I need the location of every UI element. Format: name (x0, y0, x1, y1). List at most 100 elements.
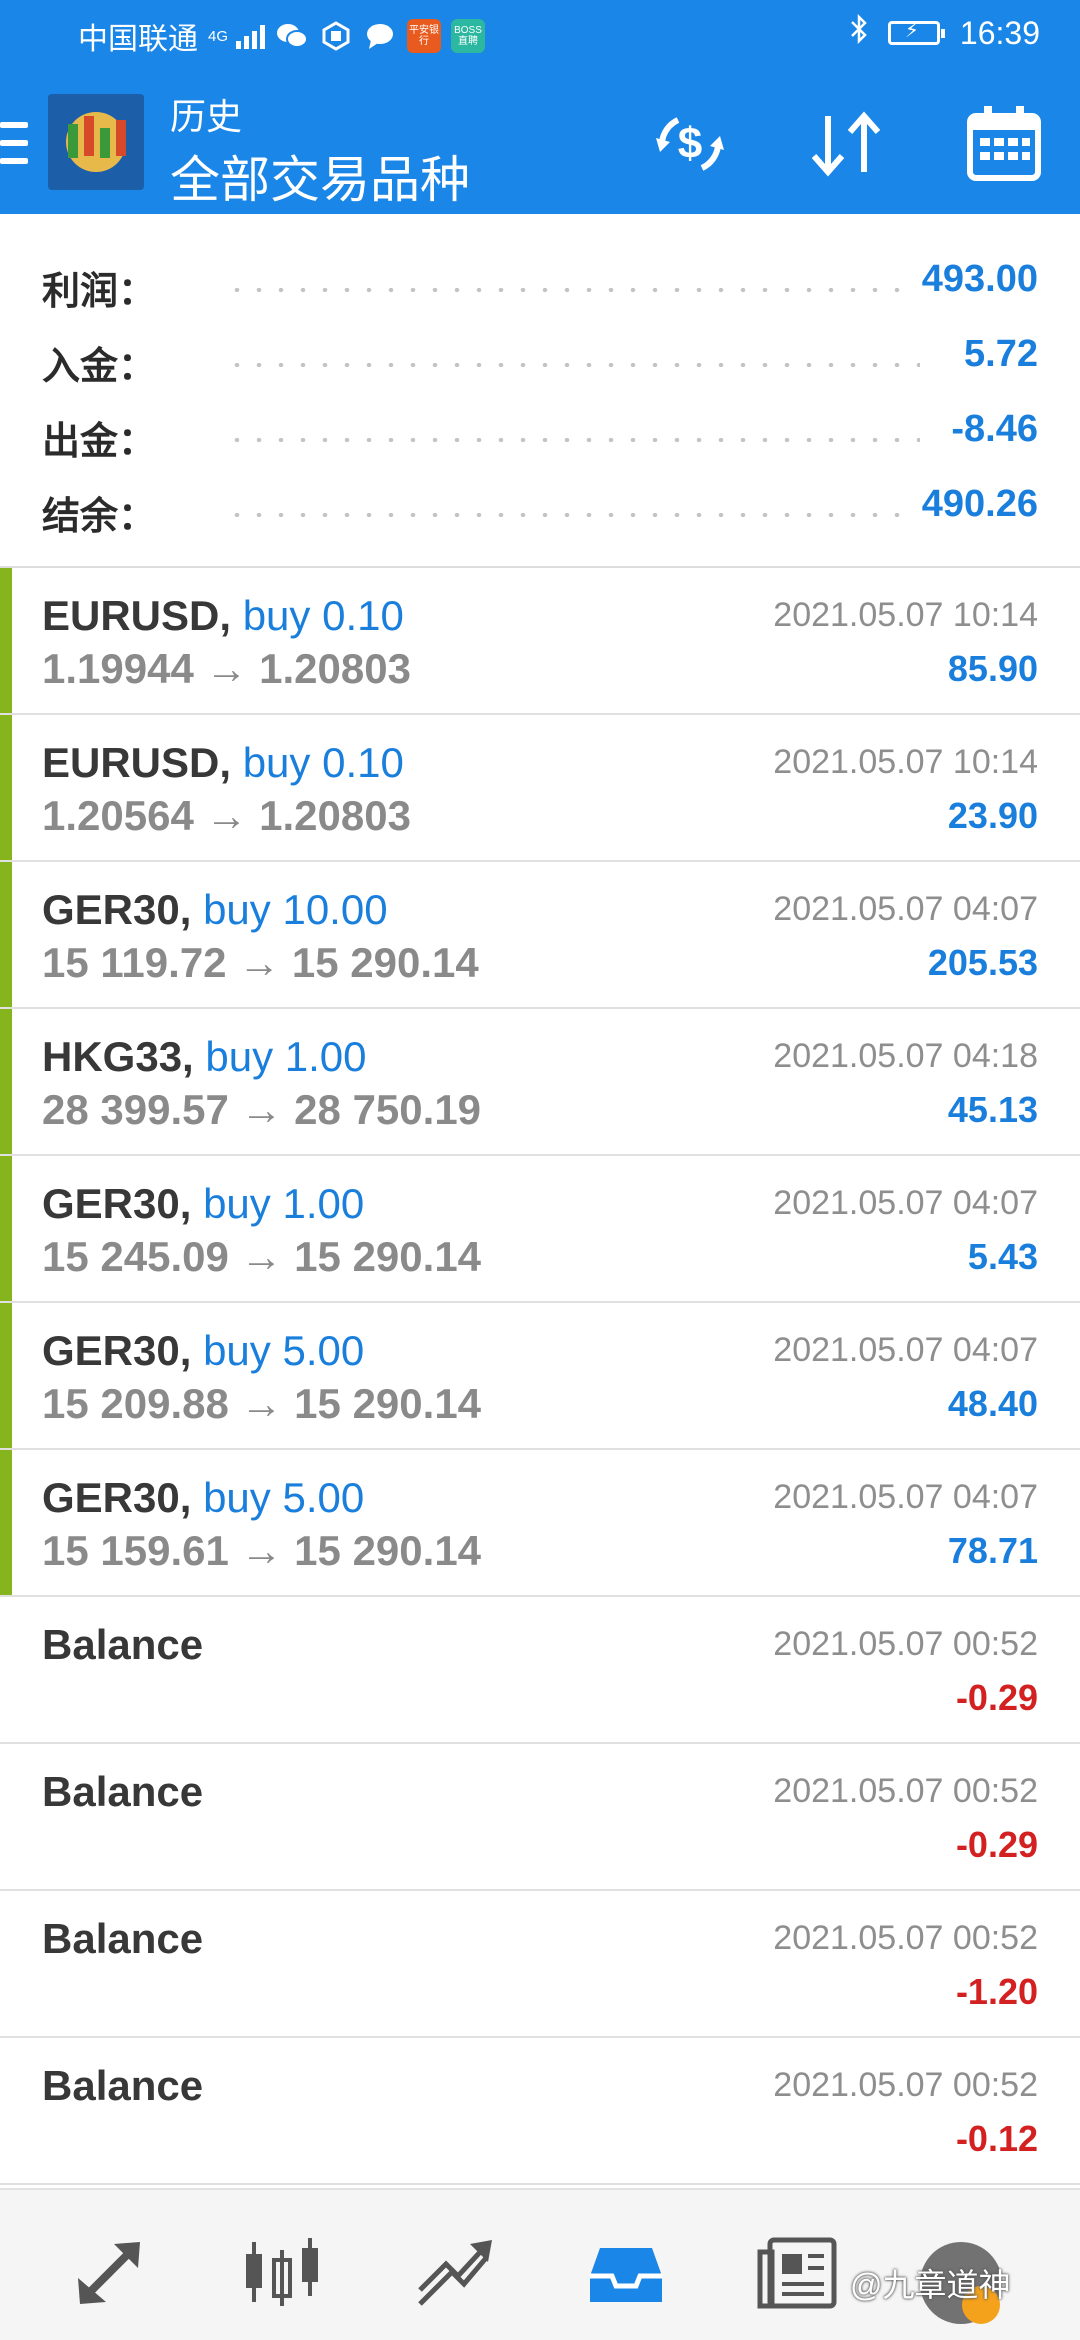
trade-time: 2021.05.07 04:07 (773, 1478, 1038, 1516)
bluetooth-icon (850, 13, 868, 52)
profit-value: 493.00 (909, 258, 1038, 301)
trade-side: buy 5.00 (203, 1474, 365, 1521)
trade-symbol: GER30, (42, 1474, 192, 1521)
trade-prices: 15 159.61 → 15 290.14 (42, 1527, 482, 1574)
balance-operation-label: Balance (42, 1621, 204, 1668)
trade-row[interactable]: EURUSD, buy 0.10 1.20564 → 1.20803 2021.… (0, 715, 1080, 862)
trade-prices: 1.19944 → 1.20803 (42, 645, 411, 692)
trade-profit: 48.40 (947, 1383, 1038, 1424)
trade-profit: 45.13 (947, 1089, 1038, 1130)
signal-icon (236, 23, 265, 49)
clock: 16:39 (959, 14, 1040, 51)
svg-text:$: $ (678, 119, 702, 168)
trade-icon[interactable] (412, 2230, 496, 2314)
trade-side: buy 1.00 (203, 1180, 365, 1227)
trade-prices: 15 119.72 → 15 290.14 (42, 939, 479, 986)
trade-symbol: EURUSD, (42, 592, 232, 639)
top-bar: 中国联通 4G 平安银行 BOSS直聘 ⚡ 16:39 历史 全部交易品种 $ (0, 0, 1080, 214)
balance-operation-row[interactable]: Balance 2021.05.07 00:52 -0.12 (0, 2038, 1080, 2185)
watermark: @九章道神 (850, 2267, 1011, 2303)
bottom-navigation: @九章道神 (0, 2188, 1080, 2340)
withdrawal-value: -8.46 (939, 408, 1038, 451)
bank-app-icon: 平安银行 (407, 19, 441, 53)
calendar-icon[interactable] (962, 102, 1046, 186)
trade-symbol: GER30, (42, 1327, 192, 1374)
trade-prices: 15 245.09 → 15 290.14 (42, 1233, 482, 1280)
balance-row: 结余： 490.26 (0, 477, 1080, 538)
withdrawal-row: 出金： -8.46 (0, 402, 1080, 463)
status-bar: 中国联通 4G 平安银行 BOSS直聘 ⚡ 16:39 (0, 0, 1080, 72)
trade-profit: 205.53 (927, 942, 1038, 983)
quotes-icon[interactable] (68, 2230, 152, 2314)
trade-prices: 28 399.57 → 28 750.19 (42, 1086, 482, 1133)
trade-time: 2021.05.07 04:07 (773, 1184, 1038, 1222)
trade-row[interactable]: GER30, buy 1.00 15 245.09 → 15 290.14 20… (0, 1156, 1080, 1303)
symbol-filter[interactable]: 全部交易品种 (170, 140, 470, 212)
trade-row[interactable]: GER30, buy 5.00 15 209.88 → 15 290.14 20… (0, 1303, 1080, 1450)
trade-prices: 1.20564 → 1.20803 (42, 792, 411, 839)
balance-operation-row[interactable]: Balance 2021.05.07 00:52 -0.29 (0, 1744, 1080, 1891)
battery-icon: ⚡ (887, 20, 945, 45)
history-icon[interactable] (584, 2230, 668, 2314)
page-title: 历史 (170, 96, 243, 137)
app-logo (48, 94, 144, 190)
balance-value: 490.26 (909, 483, 1038, 526)
balance-operation-time: 2021.05.07 00:52 (773, 1625, 1038, 1663)
bank-app-label: 平安银行 (409, 25, 439, 47)
trade-profit: 85.90 (947, 648, 1038, 689)
balance-label: 结余： (42, 496, 157, 538)
deposit-value: 5.72 (952, 333, 1038, 376)
chart-icon[interactable] (240, 2230, 324, 2314)
menu-icon[interactable] (0, 122, 30, 168)
balance-operation-row[interactable]: Balance 2021.05.07 00:52 -0.29 (0, 1597, 1080, 1744)
summary-panel: 利润： 493.00 入金： 5.72 出金： -8.46 结余： 490.26 (0, 214, 1080, 568)
trade-profit: 23.90 (947, 795, 1038, 836)
trade-time: 2021.05.07 04:07 (773, 890, 1038, 928)
trade-symbol: EURUSD, (42, 739, 232, 786)
balance-operation-amount: -1.20 (955, 1971, 1038, 2012)
deposit-row: 入金： 5.72 (0, 327, 1080, 388)
trade-side: buy 1.00 (205, 1033, 367, 1080)
balance-operation-label: Balance (42, 2062, 204, 2109)
balance-operation-label: Balance (42, 1915, 204, 1962)
trade-side: buy 10.00 (203, 886, 388, 933)
wechat-icon (275, 20, 309, 52)
balance-operation-row[interactable]: Balance 2021.05.07 00:52 -1.20 (0, 1891, 1080, 2038)
sort-icon[interactable] (804, 102, 888, 186)
profit-row: 利润： 493.00 (0, 252, 1080, 313)
trade-time: 2021.05.07 10:14 (773, 743, 1038, 781)
balance-operation-time: 2021.05.07 00:52 (773, 1919, 1038, 1957)
withdrawal-label: 出金： (42, 421, 157, 463)
deposit-label: 入金： (42, 346, 157, 388)
trade-row[interactable]: GER30, buy 10.00 15 119.72 → 15 290.14 2… (0, 862, 1080, 1009)
trade-prices: 15 209.88 → 15 290.14 (42, 1380, 482, 1427)
balance-operation-amount: -0.29 (955, 1824, 1038, 1865)
trade-row[interactable]: HKG33, buy 1.00 28 399.57 → 28 750.19 20… (0, 1009, 1080, 1156)
trade-row[interactable]: GER30, buy 5.00 15 159.61 → 15 290.14 20… (0, 1450, 1080, 1597)
trade-side: buy 5.00 (203, 1327, 365, 1374)
trade-row[interactable]: EURUSD, buy 0.10 1.19944 → 1.20803 2021.… (0, 568, 1080, 715)
app-notification-icon (319, 20, 353, 52)
trade-time: 2021.05.07 04:18 (773, 1037, 1038, 1075)
boss-app-label: BOSS直聘 (454, 25, 482, 47)
news-icon[interactable] (756, 2230, 840, 2314)
balance-operation-time: 2021.05.07 00:52 (773, 1772, 1038, 1810)
boss-app-icon: BOSS直聘 (451, 19, 485, 53)
trade-profit: 5.43 (967, 1236, 1038, 1277)
trade-profit: 78.71 (947, 1530, 1038, 1571)
balance-operation-amount: -0.12 (955, 2118, 1038, 2159)
app-bar: 历史 全部交易品种 $ (0, 72, 1080, 214)
carrier-name: 中国联通 (78, 23, 198, 56)
balance-operation-label: Balance (42, 1768, 204, 1815)
balance-operation-amount: -0.29 (955, 1677, 1038, 1718)
trade-time: 2021.05.07 04:07 (773, 1331, 1038, 1369)
trade-side: buy 0.10 (242, 739, 404, 786)
network-type: 4G (208, 27, 229, 45)
trade-symbol: GER30, (42, 886, 192, 933)
currency-exchange-icon[interactable]: $ (648, 102, 732, 186)
trade-time: 2021.05.07 10:14 (773, 596, 1038, 634)
profit-label: 利润： (42, 271, 157, 313)
message-icon (363, 20, 397, 52)
trade-symbol: HKG33, (42, 1033, 194, 1080)
trade-side: buy 0.10 (242, 592, 404, 639)
